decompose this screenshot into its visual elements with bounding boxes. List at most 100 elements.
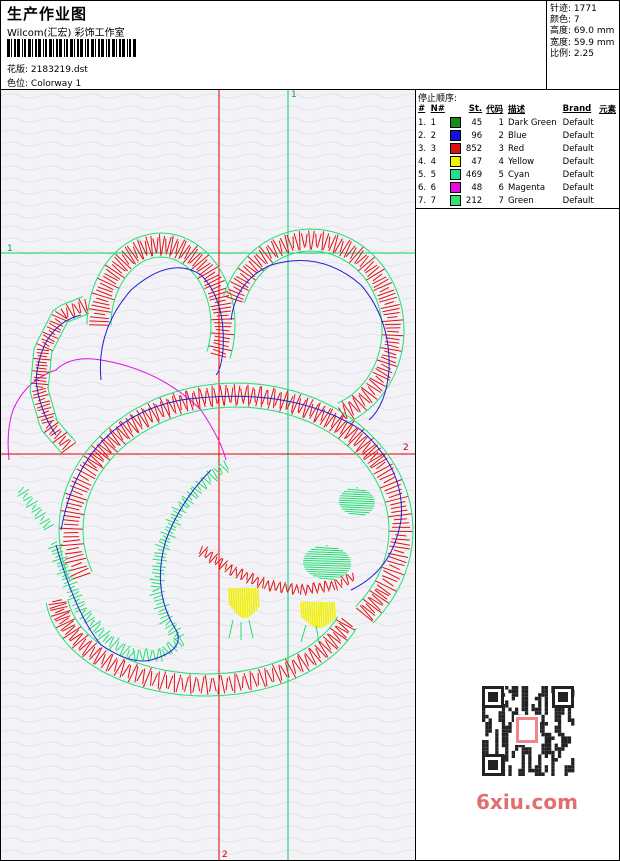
thread-element (597, 181, 619, 194)
design-stats: 针迹: 1771 颜色: 7 高度: 69.0 mm 宽度: 59.9 mm 比… (546, 1, 619, 89)
thread-description: Magenta (507, 182, 546, 193)
col-stitches: St. (468, 104, 483, 114)
col-needle: N# (430, 104, 445, 114)
thread-brand: Default (562, 182, 594, 193)
thread-table-header: # N# St. 代码 描述 Brand 元素 (416, 102, 619, 116)
thread-description: Red (507, 143, 525, 154)
thread-swatch (448, 168, 464, 181)
col-index: # (418, 104, 426, 114)
col-swatch (448, 102, 464, 116)
design-canvas[interactable]: 1 1 2 2 (1, 90, 416, 860)
sheet-title: 生产作业图 (7, 5, 88, 23)
thread-stitch-count: 48 (471, 182, 483, 193)
thread-row[interactable]: 3. 3 852 3 Red Default (416, 142, 619, 155)
horizontal-guide-green-label: 1 (7, 244, 13, 254)
thread-index: 1. (418, 117, 427, 128)
thread-index: 5. (418, 169, 427, 180)
thread-needle: 4 (430, 156, 437, 167)
thread-swatch (448, 116, 464, 129)
thread-brand: Default (562, 156, 594, 167)
stat-scale: 比例: 2.25 (550, 48, 594, 59)
thread-stitch-count: 45 (471, 117, 483, 128)
thread-swatch (448, 181, 464, 194)
color-swatch (449, 143, 461, 154)
thread-swatch (448, 194, 464, 207)
thread-code: 6 (498, 182, 504, 193)
stat-height: 高度: 69.0 mm (550, 26, 615, 37)
thread-description: Blue (507, 130, 527, 141)
horizontal-guide-red-label: 2 (403, 443, 409, 453)
color-swatch (449, 130, 461, 141)
stat-colors: 颜色: 7 (550, 15, 580, 26)
thread-row[interactable]: 5. 5 469 5 Cyan Default (416, 168, 619, 181)
thread-needle: 7 (430, 195, 437, 206)
thread-row[interactable]: 4. 4 47 4 Yellow Default (416, 155, 619, 168)
thread-needle: 3 (430, 143, 437, 154)
thread-index: 2. (418, 130, 427, 141)
table-divider (416, 208, 619, 209)
thread-element (597, 168, 619, 181)
thread-needle: 2 (430, 130, 437, 141)
thread-description: Cyan (507, 169, 530, 180)
col-brand: Brand (562, 104, 592, 114)
thread-table: # N# St. 代码 描述 Brand 元素 1. 1 45 1 Dark Green… (416, 102, 619, 207)
thread-description: Yellow (507, 156, 535, 167)
thread-code: 4 (498, 156, 504, 167)
thread-index: 3. (418, 143, 427, 154)
thread-brand: Default (562, 195, 594, 206)
thread-needle: 1 (430, 117, 437, 128)
thread-element (597, 155, 619, 168)
stat-width: 宽度: 59.9 mm (550, 37, 615, 48)
thread-code: 7 (498, 195, 504, 206)
qr-code-icon (472, 681, 584, 781)
thread-row[interactable]: 7. 7 212 7 Green Default (416, 194, 619, 207)
thread-element (597, 142, 619, 155)
thread-code: 3 (498, 143, 504, 154)
thread-index: 6. (418, 182, 427, 193)
design-file: 2183219.dst (30, 65, 88, 75)
thread-stitch-count: 96 (471, 130, 483, 141)
color-swatch (449, 195, 461, 206)
thread-element (597, 129, 619, 142)
thread-row[interactable]: 1. 1 45 1 Dark Green Default (416, 116, 619, 129)
thread-brand: Default (562, 117, 594, 128)
col-code: 代码 (486, 105, 504, 115)
embroidery-preview: 1 1 2 2 (1, 90, 415, 860)
thread-row[interactable]: 2. 2 96 2 Blue Default (416, 129, 619, 142)
thread-element (597, 116, 619, 129)
barcode-icon (7, 39, 136, 57)
thread-code: 5 (498, 169, 504, 180)
thread-row[interactable]: 6. 6 48 6 Magenta Default (416, 181, 619, 194)
color-swatch (449, 169, 461, 180)
thread-stitch-count: 212 (465, 195, 483, 206)
thread-needle: 6 (430, 182, 437, 193)
thread-swatch (448, 142, 464, 155)
thread-swatch (448, 155, 464, 168)
thread-description: Green (507, 195, 534, 206)
thread-stitch-count: 47 (471, 156, 483, 167)
production-worksheet: 生产作业图 Wilcom(汇宏) 彩饰工作室 花版: 2183219.dst 色… (0, 0, 620, 861)
company-name: Wilcom(汇宏) 彩饰工作室 (7, 28, 125, 39)
color-swatch (449, 117, 461, 128)
thread-brand: Default (562, 130, 594, 141)
vertical-guide-red-label: 2 (222, 850, 228, 860)
sheet-header: 生产作业图 Wilcom(汇宏) 彩饰工作室 花版: 2183219.dst 色… (1, 1, 619, 90)
thread-description: Dark Green (507, 117, 557, 128)
thread-index: 7. (418, 195, 427, 206)
vertical-guide-green-label: 1 (291, 90, 297, 100)
thread-index: 4. (418, 156, 427, 167)
thread-stitch-count: 469 (465, 169, 483, 180)
thread-swatch (448, 129, 464, 142)
col-element: 元素 (599, 105, 617, 115)
colorway-label: 色位: (7, 79, 29, 89)
thread-needle: 5 (430, 169, 437, 180)
color-swatch (449, 182, 461, 193)
thread-panel: 停止顺序: # N# St. 代码 描述 Brand 元素 1. 1 45 1 Dark… (416, 90, 619, 860)
design-label: 花版: (7, 65, 29, 75)
col-description: 描述 (507, 105, 525, 115)
design-file-line: 花版: 2183219.dst (7, 62, 88, 75)
thread-code: 1 (498, 117, 504, 128)
colorway-line: 色位: Colorway 1 (7, 76, 81, 89)
thread-brand: Default (562, 169, 594, 180)
site-watermark: 6xiu.com (476, 790, 578, 814)
